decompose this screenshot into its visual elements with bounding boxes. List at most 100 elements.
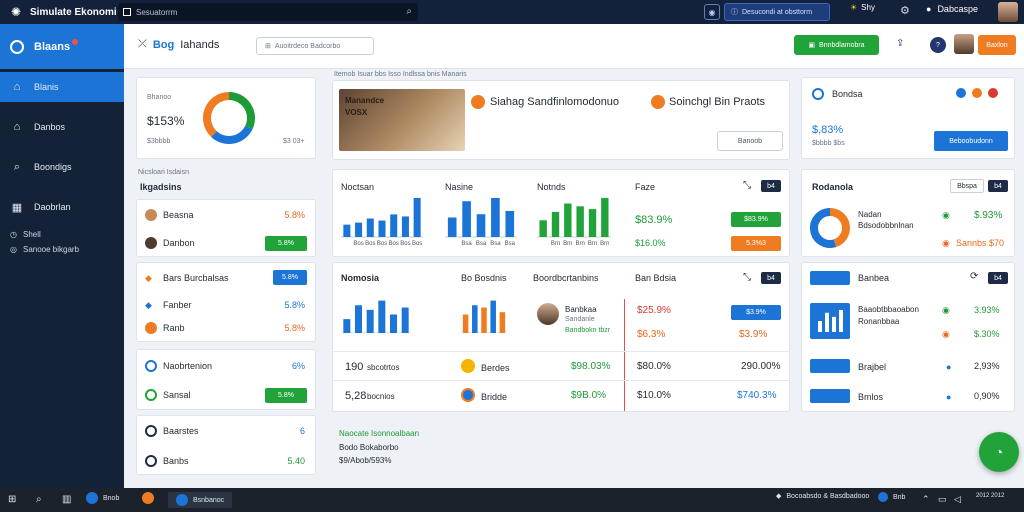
avatar[interactable]	[998, 2, 1018, 22]
weather-widget[interactable]: ☀ Shy	[850, 3, 875, 12]
right-mid-line: Bdsodobbnlnan	[858, 221, 914, 230]
search-input[interactable]: Sesuatorrm ⌕	[118, 3, 418, 21]
chart-tag[interactable]: b4	[761, 180, 781, 192]
add-icon: ▣	[808, 42, 816, 49]
sidebar-item-blanis[interactable]: ⌂ Blanis	[0, 72, 124, 102]
info-icon	[145, 455, 157, 467]
tick-label: Bos	[389, 241, 399, 246]
search-icon[interactable]: ⌕	[36, 494, 42, 505]
tile-bar	[818, 321, 822, 332]
sidebar-sub-item[interactable]: ◷ Shell	[10, 230, 41, 239]
account-menu[interactable]: ● Dabcaspe	[926, 4, 978, 14]
tray-app-icon	[878, 492, 888, 502]
system-tray-notice[interactable]: ◆ Bocoabsdo & Basdbadooo	[776, 492, 869, 501]
right-donut-chart	[810, 208, 850, 248]
task-view-icon[interactable]: ▥	[62, 494, 71, 505]
right-mid-tag[interactable]: b4	[988, 180, 1008, 192]
search-icon[interactable]: ⌕	[406, 6, 412, 17]
sidebar-item-danbos[interactable]: ⌂ Danbos	[0, 112, 124, 142]
status-icon	[956, 88, 966, 98]
list-caption: Nicsloari Isdaisn	[138, 169, 189, 176]
right-list-tag[interactable]: b4	[988, 272, 1008, 284]
tick-label: Brn	[588, 241, 597, 246]
list-card-3: Naobrtenion 6% Sansal 5.8%	[136, 349, 316, 410]
menu-icon[interactable]: ⤫	[138, 38, 147, 51]
bar	[390, 314, 397, 333]
floating-action-button[interactable]: ◔	[979, 432, 1019, 472]
page-title-prefix: Bog	[152, 38, 175, 51]
chart-badge[interactable]: 5.3%3	[731, 236, 781, 251]
edge-icon	[86, 492, 98, 504]
list-item-label: Sansal	[163, 390, 191, 400]
list-item-label: Danbon	[163, 238, 195, 248]
tray-app[interactable]: Bnb	[878, 492, 905, 502]
right-mid-button[interactable]: Bbspa	[950, 179, 984, 193]
list-card-1: Beasna 5.8% Danbon 5.8%	[136, 199, 316, 257]
up-arrow-icon[interactable]: ⌃	[922, 494, 930, 505]
notification-banner[interactable]: ⓘ Desucondi at obsttorm	[724, 3, 830, 21]
chart-badge[interactable]: $83.9%	[731, 212, 781, 227]
list-item-value: 5.8%	[284, 323, 305, 333]
refresh-icon[interactable]: ⟳	[970, 271, 978, 282]
volume-icon[interactable]: ◁	[954, 494, 961, 505]
brand-icon: ✺	[10, 5, 22, 19]
right-mid-card: Rodanola Bbspa b4 Nadan Bdsodobbnlnan ◉ …	[801, 169, 1015, 257]
list-item-badge[interactable]: 5.8%	[273, 270, 307, 285]
share-icon[interactable]: ⇪	[896, 38, 904, 49]
divider	[333, 380, 789, 381]
table-badge[interactable]: $3.9%	[731, 305, 781, 320]
donut-segment	[829, 208, 850, 248]
primary-action-button[interactable]: ▣ Bnnbdlamobra	[794, 35, 879, 55]
search-icon: ⌕	[13, 160, 21, 173]
expand-icon[interactable]: ⤡	[743, 180, 751, 191]
taskbar-app[interactable]: Bnob	[86, 492, 119, 504]
taskbar-app-active[interactable]: Bsnbanoc	[168, 492, 233, 508]
taskbar-app[interactable]	[142, 492, 154, 504]
camera-icon[interactable]: ◉	[704, 4, 720, 20]
bar	[366, 218, 374, 237]
weather-icon: ☀	[850, 3, 858, 12]
taskbar-app-label: Bsnbanoc	[193, 496, 225, 504]
avatar[interactable]	[954, 34, 974, 54]
bar-chart-4	[341, 300, 411, 333]
list-item-label: Baarstes	[163, 426, 199, 436]
list-item-label: Beasna	[163, 210, 194, 220]
network-icon[interactable]: ▭	[938, 494, 947, 505]
right-list-value: $.30%	[974, 329, 1000, 339]
windows-start-icon[interactable]: ⊞	[8, 494, 16, 505]
help-icon[interactable]: ?	[930, 37, 946, 53]
list-item-value: 5.8%	[284, 210, 305, 220]
summary-label: Bhanoo	[147, 94, 172, 101]
list-item-value: 5.40	[287, 456, 305, 466]
orange-action-button[interactable]: Baxlon	[978, 35, 1016, 55]
right-list-line: Ronanbbaa	[858, 317, 900, 326]
sidebar-item-boondigs[interactable]: ⌕ Boondigs	[0, 152, 124, 182]
row-number: 190	[345, 361, 364, 373]
sidebar-brand[interactable]: Blaans	[0, 24, 124, 69]
row-value: 290.00%	[741, 361, 781, 372]
banner-button[interactable]: Banoob	[717, 131, 783, 151]
divider	[624, 299, 625, 411]
clock[interactable]: 2012 2012	[976, 492, 1020, 500]
table-tag[interactable]: b4	[761, 272, 781, 284]
list-toggle[interactable]	[810, 271, 850, 285]
list-item-badge[interactable]: 5.8%	[265, 236, 307, 251]
settings-icon[interactable]: ⚙	[900, 4, 910, 17]
filter-input[interactable]: ⊞ Auoitrdeco Badcorbo	[256, 37, 374, 55]
sidebar-sub-item[interactable]: ◎ Sanooe bikgarb	[10, 245, 79, 254]
right-list-line: Baaobtbbaoabon	[858, 305, 919, 314]
sidebar-item-daobrlan[interactable]: ▦ Daobrlan	[0, 192, 124, 222]
list-item-label: Bars Burcbalsas	[163, 273, 229, 283]
list-item-label: Banbs	[163, 456, 189, 466]
bar	[499, 312, 506, 333]
row-name: Berdes	[481, 363, 510, 373]
summary-footnote: $3bbbb	[147, 138, 171, 145]
bar	[343, 224, 351, 237]
divider	[333, 351, 789, 352]
expand-icon[interactable]: ⤡	[743, 272, 751, 283]
summary-donut-chart	[203, 92, 255, 144]
right-top-button[interactable]: Beboobudonn	[934, 131, 1008, 151]
tick-label: Bsa	[505, 241, 516, 246]
list-item-badge[interactable]: 5.8%	[265, 388, 307, 403]
info-icon: ⓘ	[731, 9, 738, 16]
